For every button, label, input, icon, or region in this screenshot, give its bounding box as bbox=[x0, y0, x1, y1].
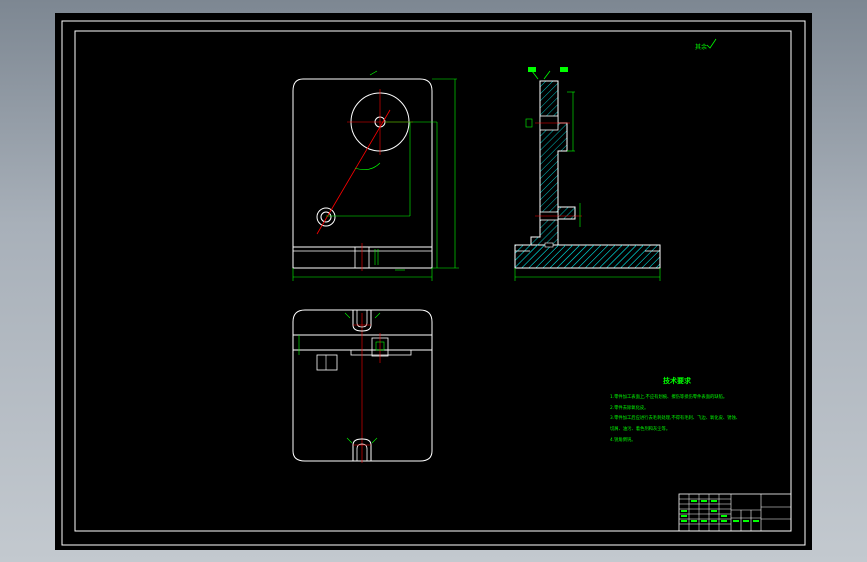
tech-req-line-5: 4.锐角倒钝。 bbox=[610, 436, 636, 443]
inner-border bbox=[74, 30, 792, 532]
tech-req-line-3: 3.零件加工后应进行去毛刺处理,不得有毛刺、飞边、氧化皮、锈蚀、 bbox=[610, 414, 740, 421]
top-view bbox=[292, 309, 433, 463]
front-view bbox=[292, 70, 459, 281]
roughness-note: 其余 bbox=[695, 43, 707, 51]
side-section-view bbox=[514, 67, 661, 281]
tech-requirements: 技术要求 1.零件加工表面上,不应有划痕、擦伤等损伤零件表面的缺陷。 2.零件去… bbox=[610, 376, 740, 443]
outer-border bbox=[61, 20, 806, 546]
cad-viewport[interactable]: 其余 技术要求 1.零件加工表面上,不应有划痕、擦伤等损伤零件表面的缺陷。 2.… bbox=[55, 13, 812, 550]
tech-req-line-4: 切屑、油污、着色剂和灰尘等。 bbox=[610, 425, 670, 432]
roughness-symbol bbox=[706, 38, 717, 49]
tech-req-line-2: 2.零件去除氧化皮。 bbox=[610, 404, 648, 411]
title-block bbox=[678, 493, 792, 532]
tech-req-line-1: 1.零件加工表面上,不应有划痕、擦伤等损伤零件表面的缺陷。 bbox=[610, 393, 727, 400]
tech-requirements-heading: 技术要求 bbox=[663, 376, 692, 385]
engineering-drawing: 其余 技术要求 1.零件加工表面上,不应有划痕、擦伤等损伤零件表面的缺陷。 2.… bbox=[61, 20, 806, 546]
